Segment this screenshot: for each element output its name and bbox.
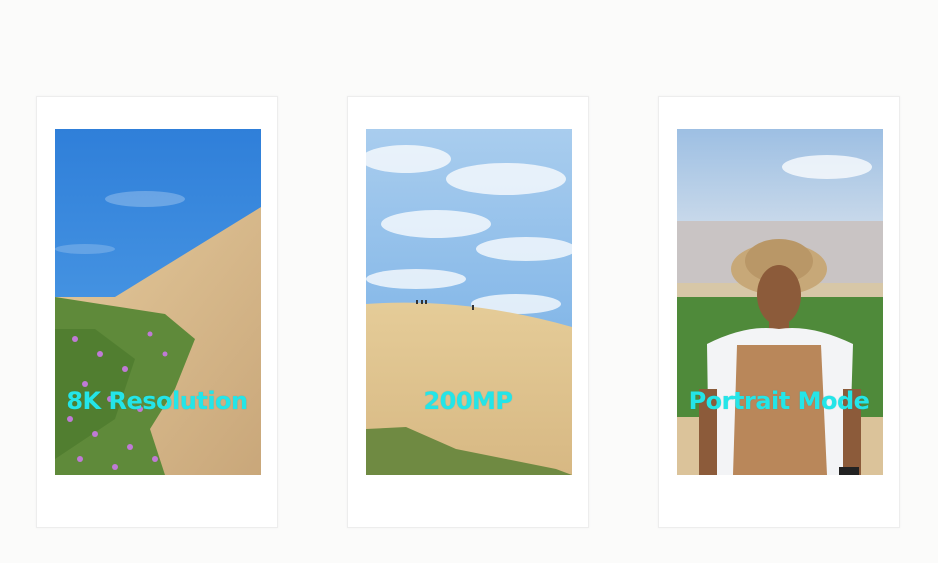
caption-200mp: 200MP (423, 387, 513, 415)
photo-card-8k[interactable]: 8K Resolution (36, 96, 278, 528)
photo-card-200mp[interactable]: 200MP (347, 96, 589, 528)
sand-dune-people-photo (366, 129, 572, 475)
sand-dune-flowers-photo (55, 129, 261, 475)
caption-portrait-mode: Portrait Mode (688, 387, 870, 415)
photo-card-portrait[interactable]: Portrait Mode (658, 96, 900, 528)
caption-8k-resolution: 8K Resolution (66, 387, 248, 415)
portrait-beach-photo (677, 129, 883, 475)
